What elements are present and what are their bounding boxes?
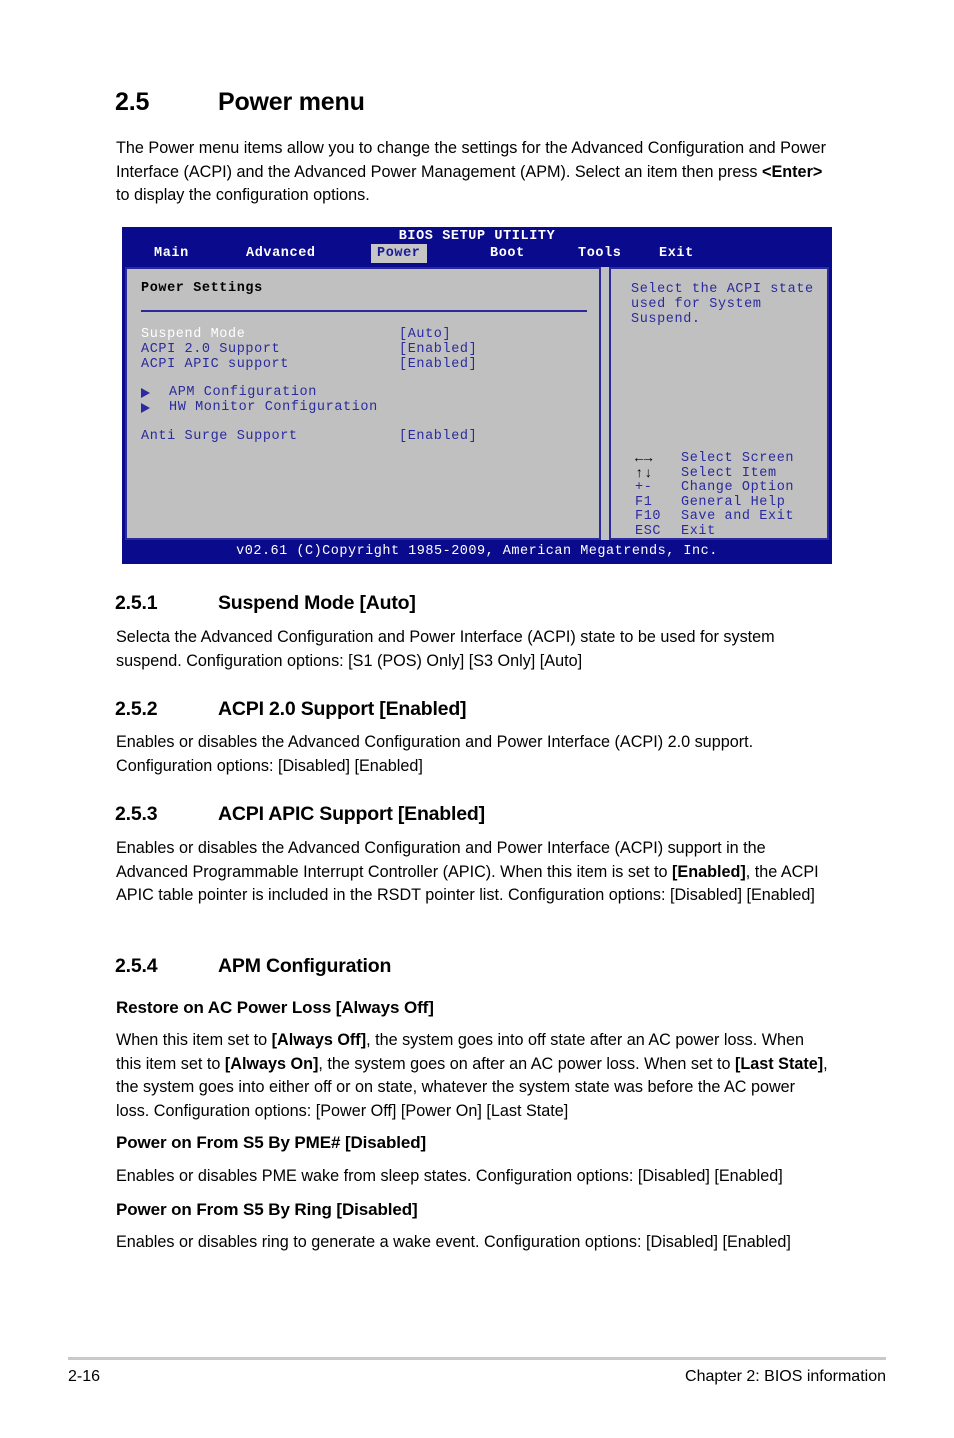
footer-divider — [68, 1357, 886, 1360]
subsection-title: Suspend Mode [Auto] — [218, 592, 416, 614]
bios-option-value: [Enabled] — [399, 357, 478, 372]
key-legend-label: Save and Exit — [681, 509, 795, 525]
key-legend-row-exit: ESC Exit — [625, 524, 825, 539]
paragraph-restore-on-ac-power-loss: When this item set to [Always Off] , the … — [116, 1029, 830, 1123]
paragraph-power-on-from-s5-by-ring: Enables or disables ring to generate a w… — [116, 1233, 791, 1251]
paragraph-emphasis: [Enabled] — [672, 862, 746, 881]
subsection-number: 2.5.3 — [115, 803, 158, 825]
subsection-number: 2.5.2 — [115, 698, 158, 720]
bios-option-label: Suspend Mode — [141, 327, 246, 342]
bios-menu-bar: Main Advanced Power Boot Tools Exit — [122, 244, 832, 266]
bios-tab-tools[interactable]: Tools — [572, 244, 628, 263]
subsection-title: ACPI APIC Support [Enabled] — [218, 803, 485, 825]
bios-option-value: [Enabled] — [399, 342, 478, 357]
bios-submenu-hw-monitor-configuration[interactable]: HW Monitor Configuration — [141, 400, 591, 415]
bios-panel-title: Power Settings — [141, 281, 263, 296]
triangle-right-icon — [141, 388, 150, 398]
document-page: 2.5 Power menu The Power menu items allow… — [0, 0, 954, 1438]
key-legend-label: Exit — [681, 523, 716, 539]
bios-option-label: ACPI APIC support — [141, 357, 289, 372]
key-legend-row-save-and-exit: F10 Save and Exit — [625, 509, 825, 524]
section-number: 2.5 — [115, 88, 150, 116]
bios-tab-main[interactable]: Main — [148, 244, 195, 263]
subsection-title: ACPI 2.0 Support [Enabled] — [218, 698, 467, 720]
key-legend-label: General Help — [681, 494, 786, 510]
paragraph-text: Enables or disables the Advanced Configu… — [116, 839, 766, 881]
arrow-left-right-icon: ←→ — [635, 451, 654, 467]
key-legend-key: F10 — [635, 509, 662, 525]
paragraph-2-5-1: Selecta the Advanced Configuration and P… — [116, 628, 775, 670]
triangle-right-icon — [141, 403, 150, 413]
key-legend-label: Select Screen — [681, 451, 795, 466]
subsection-number: 2.5.4 — [115, 955, 158, 977]
bios-help-panel: Select the ACPI state used for System Su… — [609, 267, 829, 540]
bios-key-legend: ←→ Select Screen ↑↓ Select Item +- Chang… — [625, 451, 825, 539]
bios-option-acpi-20-support[interactable]: ACPI 2.0 Support [Enabled] — [141, 342, 591, 357]
key-legend-label: Change Option — [681, 480, 795, 496]
key-legend-row-select-screen: ←→ Select Screen — [625, 451, 825, 467]
heading-2-5-2: 2.5.2 ACPI 2.0 Support [Enabled] — [115, 698, 855, 721]
section-intro-paragraph: The Power menu items allow you to change… — [116, 139, 826, 204]
page-number: 2-16 — [68, 1368, 101, 1385]
chapter-label: Chapter 2: BIOS information — [685, 1368, 886, 1385]
section-title: Power menu — [218, 88, 365, 116]
bios-settings-panel: Power Settings Suspend Mode [Auto] ACPI … — [125, 267, 601, 540]
heading-power-on-from-s5-by-pme: Power on From S5 By PME# [Disabled] — [116, 1133, 427, 1152]
bios-panel-divider — [141, 310, 587, 312]
bios-content-area: Power Settings Suspend Mode [Auto] ACPI … — [125, 267, 829, 540]
bios-help-text: Select the ACPI state used for System Su… — [631, 282, 814, 328]
bios-option-value: [Enabled] — [399, 429, 478, 444]
bios-option-acpi-apic-support[interactable]: ACPI APIC support [Enabled] — [141, 357, 591, 372]
key-legend-key: ESC — [635, 523, 662, 539]
heading-2-5-3: 2.5.3 ACPI APIC Support [Enabled] — [115, 803, 855, 826]
bios-option-anti-surge-support[interactable]: Anti Surge Support [Enabled] — [141, 429, 591, 444]
bios-tab-power[interactable]: Power — [371, 244, 427, 263]
bios-tab-exit[interactable]: Exit — [653, 244, 700, 263]
bios-option-label: Anti Surge Support — [141, 429, 298, 444]
paragraph-emphasis: [Always Off] — [271, 1031, 367, 1049]
paragraph-text: When this item set to — [116, 1031, 272, 1049]
page-title: 2.5 Power menu — [115, 88, 855, 117]
arrow-up-down-icon: ↑↓ — [635, 465, 654, 482]
paragraph-2-5-2: Enables or disables the Advanced Configu… — [116, 733, 754, 775]
key-legend-label: Select Item — [681, 465, 777, 481]
heading-2-5-1: 2.5.1 Suspend Mode [Auto] — [115, 592, 855, 615]
bios-tab-boot[interactable]: Boot — [484, 244, 531, 263]
key-legend-row-change-option: +- Change Option — [625, 480, 825, 495]
paragraph-emphasis: [Last State] — [735, 1054, 824, 1073]
bios-option-label: ACPI 2.0 Support — [141, 342, 281, 357]
key-legend-key: F1 — [635, 494, 653, 510]
bios-option-suspend-mode[interactable]: Suspend Mode [Auto] — [141, 327, 591, 342]
bios-option-label: APM Configuration — [169, 385, 317, 400]
paragraph-power-on-from-s5-by-pme: Enables or disables PME wake from sleep … — [116, 1167, 783, 1185]
heading-2-5-4: 2.5.4 APM Configuration — [115, 955, 855, 978]
paragraph-emphasis: [Always On] — [224, 1054, 319, 1073]
key-legend-row-select-item: ↑↓ Select Item — [625, 465, 825, 482]
heading-power-on-from-s5-by-ring: Power on From S5 By Ring [Disabled] — [116, 1200, 418, 1219]
bios-copyright-footer: v02.61 (C)Copyright 1985-2009, American … — [236, 544, 718, 559]
paragraph-text: , the system goes on after an AC power l… — [318, 1054, 735, 1073]
key-legend-row-general-help: F1 General Help — [625, 495, 825, 510]
bios-option-label: HW Monitor Configuration — [169, 400, 378, 415]
heading-restore-on-ac-power-loss: Restore on AC Power Loss [Always Off] — [116, 998, 434, 1017]
paragraph-2-5-3: Enables or disables the Advanced Configu… — [116, 837, 830, 908]
bios-setup-screen: BIOS SETUP UTILITY Main Advanced Power B… — [122, 227, 832, 564]
bios-submenu-apm-configuration[interactable]: APM Configuration — [141, 385, 591, 400]
subsection-title: APM Configuration — [218, 955, 392, 977]
key-legend-key: +- — [635, 480, 653, 496]
bios-tab-advanced[interactable]: Advanced — [240, 244, 322, 263]
bios-option-value: [Auto] — [399, 327, 452, 342]
subsection-number: 2.5.1 — [115, 592, 158, 614]
bios-utility-title: BIOS SETUP UTILITY — [398, 229, 556, 244]
